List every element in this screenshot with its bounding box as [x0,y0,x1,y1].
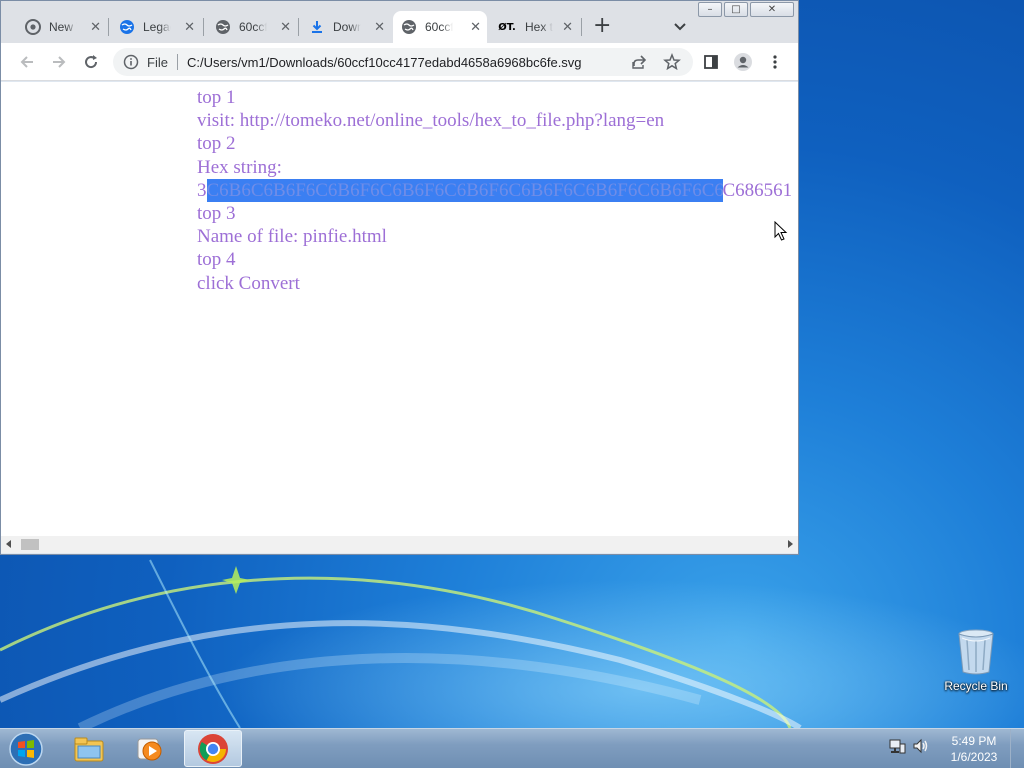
page-content: top 1 visit: http://tomeko.net/online_to… [1,82,798,536]
maximize-button[interactable]: □ [724,2,748,17]
info-icon[interactable] [123,54,139,70]
tab-hex-to[interactable]: ØT. Hex to ✕ [489,11,579,43]
scrollbar-thumb[interactable] [21,539,39,550]
globe-icon [401,19,417,35]
taskbar-chrome[interactable] [184,730,242,767]
text-line: top 3 [197,203,236,225]
close-tab-icon[interactable]: ✕ [374,20,385,35]
volume-icon[interactable] [912,737,930,755]
scroll-left-icon[interactable] [6,540,11,548]
system-clock[interactable]: 5:49 PM 1/6/2023 [944,733,1004,765]
chrome-icon [198,733,228,764]
taskbar-media-player[interactable] [120,730,178,767]
tab-separator [108,18,109,36]
network-icon[interactable] [888,737,906,755]
windows-logo-icon [9,732,43,766]
tab-separator [203,18,204,36]
text-line: visit: http://tomeko.net/online_tools/he… [197,110,665,132]
more-vert-icon [773,55,777,69]
horizontal-scrollbar[interactable] [1,536,798,553]
recycle-bin-icon [958,629,994,675]
text-line: Hex string: [197,156,282,178]
tab-title: Downloads [333,20,361,34]
forward-button[interactable] [49,52,69,72]
minimize-button[interactable]: – [698,2,722,17]
clock-time: 5:49 PM [951,734,997,748]
window-close-button[interactable]: ✕ [750,2,794,17]
share-icon[interactable] [631,54,647,70]
show-desktop-button[interactable] [1010,729,1024,768]
tab-title: Legacy [143,20,171,34]
tab-title: Hex to [525,20,553,34]
globe-icon [119,19,135,35]
text-line: top 4 [197,249,236,271]
side-panel-button[interactable] [701,52,721,72]
new-tab-button[interactable]: + [593,15,611,37]
url-text[interactable]: C:/Users/vm1/Downloads/60ccf10cc4177edab… [187,55,582,70]
text-line: Name of file: pinfie.html [197,226,387,248]
clock-date: 1/6/2023 [950,750,998,764]
close-tab-icon[interactable]: ✕ [470,20,481,35]
bookmark-star-icon[interactable] [663,53,681,71]
avatar-icon [734,53,752,71]
text-line: top 2 [197,133,236,155]
chrome-icon [25,19,41,35]
url-scheme: File [147,54,168,70]
chevron-down-icon [674,23,686,31]
hex-selection[interactable]: C6B6C6B6F6C6B6F6C6B6F6C6B6F6C6B6F6C6B6F6… [206,178,723,203]
window-controls: – □ ✕ [698,2,794,17]
tab-search-button[interactable] [673,19,687,37]
text-line: top 1 [197,87,236,108]
close-tab-icon[interactable]: ✕ [90,20,101,35]
hex-suffix: C686561 [722,179,793,201]
profile-button[interactable] [733,52,753,72]
windows-explorer-icon [74,737,104,761]
recycle-bin[interactable]: Recycle Bin [940,628,1012,700]
scroll-right-icon[interactable] [788,540,793,548]
address-bar[interactable]: File C:/Users/vm1/Downloads/60ccf10cc417… [113,48,693,76]
taskbar-explorer[interactable] [60,730,118,767]
text-line: click Convert [197,272,300,294]
tab-strip: – □ ✕ New Tab ✕ Legacy ✕ 60ccf [1,1,798,43]
tab-60ccf-1[interactable]: 60ccf ✕ [207,11,297,43]
close-tab-icon[interactable]: ✕ [280,20,291,35]
arrow-right-icon [53,56,66,68]
globe-icon [215,19,231,35]
tab-new-tab[interactable]: New Tab ✕ [17,11,107,43]
reload-button[interactable] [81,52,101,72]
tab-title: New Tab [49,20,77,34]
ot-icon: ØT. [498,21,516,33]
svg-text-block: top 1 visit: http://tomeko.net/online_to… [197,86,792,295]
browser-toolbar: File C:/Users/vm1/Downloads/60ccf10cc417… [1,43,798,81]
omnibox-divider [176,54,178,70]
tab-downloads[interactable]: Downloads ✕ [301,11,391,43]
hex-prefix: 3 [197,179,207,201]
side-panel-icon [704,55,718,69]
system-tray [888,737,930,755]
taskbar: 5:49 PM 1/6/2023 [0,728,1024,768]
mouse-cursor-icon [774,221,788,241]
media-player-icon [137,738,162,760]
start-button[interactable] [4,730,48,768]
back-button[interactable] [17,52,37,72]
close-tab-icon[interactable]: ✕ [562,20,573,35]
browser-window: – □ ✕ New Tab ✕ Legacy ✕ 60ccf [0,0,799,555]
tab-title: 60ccf [239,20,267,34]
hex-string-line[interactable]: 3C6B6C6B6F6C6B6F6C6B6F6C6B6F6C6B6F6C6B6F… [197,178,793,203]
tab-separator [581,18,582,36]
download-icon [309,19,325,35]
close-tab-icon[interactable]: ✕ [184,20,195,35]
tab-legacy[interactable]: Legacy ✕ [111,11,201,43]
arrow-left-icon [20,56,33,68]
reload-icon [85,55,98,69]
tab-title: 60ccf [425,20,453,34]
menu-button[interactable] [765,52,785,72]
tab-60ccf-active[interactable]: 60ccf ✕ [393,11,487,43]
recycle-bin-label: Recycle Bin [944,679,1008,693]
tab-separator [298,18,299,36]
